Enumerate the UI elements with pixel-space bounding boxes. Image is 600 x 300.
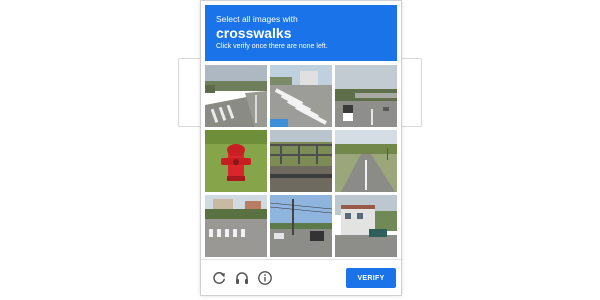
image-tile-1[interactable] xyxy=(205,65,267,127)
image-tile-4[interactable] xyxy=(205,130,267,192)
instruction-text: Select all images with xyxy=(216,14,298,24)
headphones-icon[interactable] xyxy=(234,270,250,286)
image-tile-9[interactable] xyxy=(335,195,397,257)
image-tile-5[interactable] xyxy=(270,130,332,192)
info-icon[interactable] xyxy=(257,270,273,286)
verify-hint: Click verify once there are none left. xyxy=(216,43,328,50)
challenge-header: Select all images with crosswalks Click … xyxy=(205,5,397,61)
image-tile-2[interactable] xyxy=(270,65,332,127)
image-tile-6[interactable] xyxy=(335,130,397,192)
image-tile-3[interactable] xyxy=(335,65,397,127)
reload-icon[interactable] xyxy=(211,270,227,286)
verify-button[interactable]: VERIFY xyxy=(346,268,396,288)
image-tile-8[interactable] xyxy=(270,195,332,257)
image-tile-7[interactable] xyxy=(205,195,267,257)
challenge-footer: VERIFY xyxy=(201,259,401,296)
captcha-challenge: Select all images with crosswalks Click … xyxy=(200,0,402,296)
image-grid xyxy=(205,65,397,257)
target-word: crosswalks xyxy=(216,25,292,41)
